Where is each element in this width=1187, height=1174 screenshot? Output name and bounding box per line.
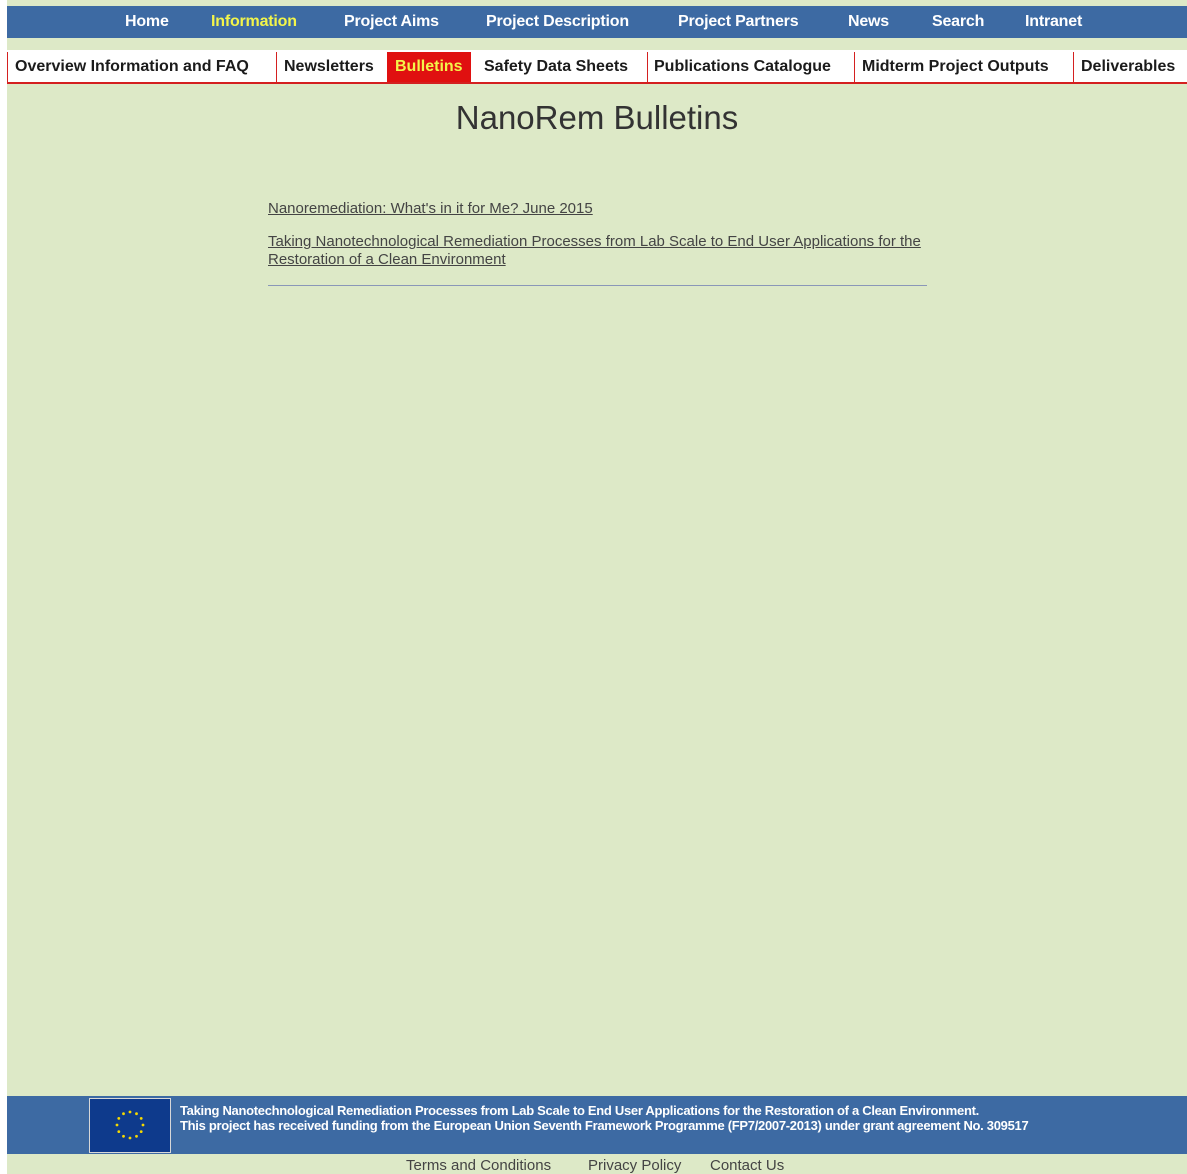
subnav-divider — [647, 52, 648, 82]
bulletin-link-nanoremediation[interactable]: Nanoremediation: What's in it for Me? Ju… — [268, 200, 928, 218]
nav-information[interactable]: Information — [211, 6, 297, 38]
privacy-policy-link[interactable]: Privacy Policy — [588, 1158, 681, 1174]
subnav-deliverables[interactable]: Deliverables — [1081, 52, 1175, 82]
subnav-divider — [7, 52, 8, 82]
subnav-divider — [1073, 52, 1074, 82]
subnav-newsletters[interactable]: Newsletters — [284, 52, 374, 82]
footer: Taking Nanotechnological Remediation Pro… — [7, 1096, 1187, 1154]
nav-project-description[interactable]: Project Description — [486, 6, 629, 38]
bulletin-link-taking-nanotechnological[interactable]: Taking Nanotechnological Remediation Pro… — [268, 233, 928, 269]
terms-and-conditions-link[interactable]: Terms and Conditions — [406, 1158, 551, 1174]
sub-navigation: Overview Information and FAQ Newsletters… — [7, 50, 1187, 84]
subnav-publications-catalogue[interactable]: Publications Catalogue — [654, 52, 831, 82]
subnav-midterm-project-outputs[interactable]: Midterm Project Outputs — [862, 52, 1049, 82]
footer-text: Taking Nanotechnological Remediation Pro… — [180, 1103, 1029, 1133]
content-divider — [268, 285, 927, 286]
subnav-divider — [854, 52, 855, 82]
nav-project-partners[interactable]: Project Partners — [678, 6, 799, 38]
subnav-bulletins[interactable]: Bulletins — [387, 52, 471, 82]
footer-project-title: Taking Nanotechnological Remediation Pro… — [180, 1103, 979, 1118]
nav-news[interactable]: News — [848, 6, 889, 38]
page-title: NanoRem Bulletins — [455, 99, 739, 136]
subnav-safety-data-sheets[interactable]: Safety Data Sheets — [484, 52, 628, 82]
subnav-divider — [276, 52, 277, 82]
nav-home[interactable]: Home — [125, 6, 169, 38]
eu-flag-icon — [89, 1098, 171, 1153]
nav-project-aims[interactable]: Project Aims — [344, 6, 439, 38]
nav-search[interactable]: Search — [932, 6, 984, 38]
contact-us-link[interactable]: Contact Us — [710, 1158, 784, 1174]
top-navigation: Home Information Project Aims Project De… — [7, 6, 1187, 38]
bottom-links: Terms and Conditions Privacy Policy Cont… — [7, 1158, 1187, 1174]
page: Home Information Project Aims Project De… — [7, 0, 1187, 1174]
footer-funding-notice: This project has received funding from t… — [180, 1118, 1029, 1133]
nav-intranet[interactable]: Intranet — [1025, 6, 1082, 38]
subnav-overview-faq[interactable]: Overview Information and FAQ — [15, 52, 249, 82]
